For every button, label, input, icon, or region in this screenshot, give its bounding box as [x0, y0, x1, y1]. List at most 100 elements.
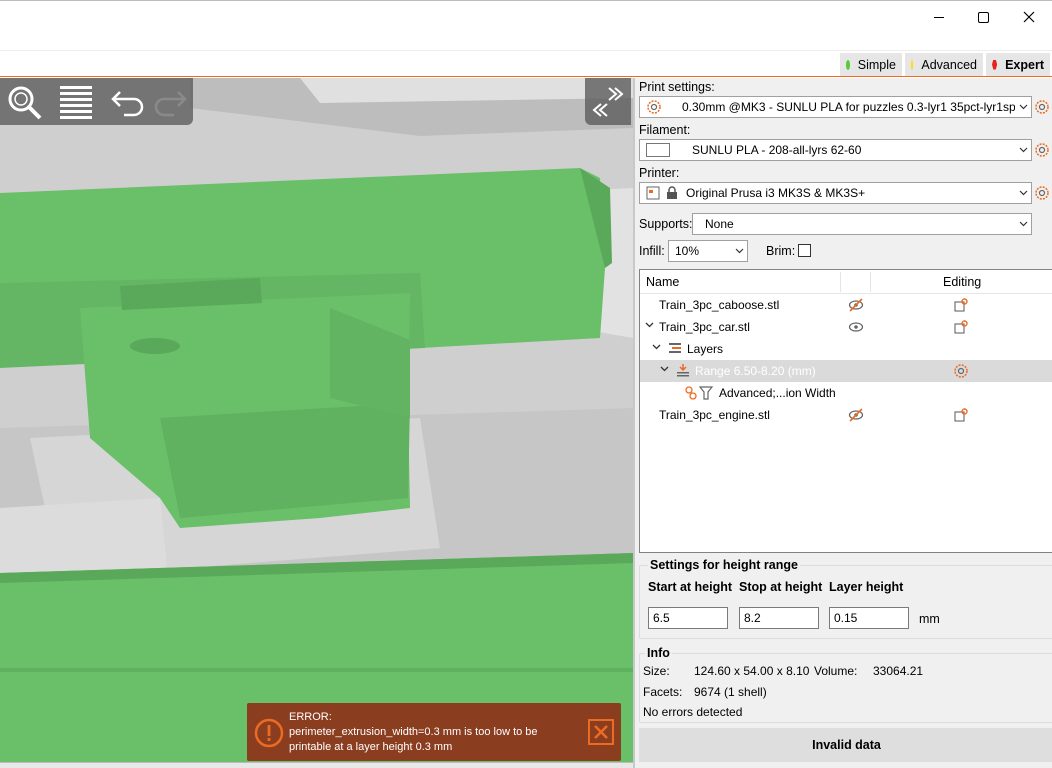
- print-settings-label: Print settings:: [639, 80, 715, 94]
- printer-value: Original Prusa i3 MK3S & MK3S+: [686, 186, 866, 200]
- brim-label: Brim:: [766, 244, 796, 258]
- maximize-icon: [977, 11, 989, 23]
- minimize-button[interactable]: [916, 1, 962, 33]
- edit-settings-icon[interactable]: [953, 297, 969, 313]
- error-close-button[interactable]: [588, 719, 614, 745]
- object-list[interactable]: Name Editing Train_3pc_caboose.stl Train…: [639, 269, 1052, 553]
- layers-icon[interactable]: [58, 84, 94, 120]
- range-settings-gear-icon[interactable]: [953, 363, 969, 379]
- stop-height-label: Stop at height: [739, 580, 823, 594]
- layer-height-input[interactable]: 0.15: [829, 607, 909, 629]
- chevron-down-icon: [1015, 221, 1031, 227]
- maximize-button[interactable]: [960, 1, 1006, 33]
- name-column-header[interactable]: Name: [646, 275, 679, 289]
- window-title-bar: [0, 0, 1052, 32]
- range-row[interactable]: Range 6.50-8.20 (mm): [640, 360, 1052, 382]
- eye-hidden-icon[interactable]: [848, 407, 864, 423]
- advanced-settings-row[interactable]: Advanced;...ion Width: [640, 382, 1052, 404]
- object-row-car[interactable]: Train_3pc_car.stl: [640, 316, 1052, 338]
- warning-icon: [254, 718, 284, 748]
- printer-edit-gear-icon[interactable]: [1034, 185, 1050, 201]
- chevron-down-icon: [1015, 190, 1031, 196]
- edit-settings-icon[interactable]: [953, 319, 969, 335]
- chevron-down-icon[interactable]: [660, 366, 669, 372]
- advanced-mode-dot-icon: [911, 59, 914, 70]
- print-settings-gear-icon: [647, 100, 661, 114]
- mode-simple-button[interactable]: Simple: [840, 53, 902, 76]
- printer-label: Printer:: [639, 166, 680, 180]
- printer-combo[interactable]: Original Prusa i3 MK3S & MK3S+: [639, 182, 1032, 204]
- print-settings-edit-gear-icon[interactable]: [1034, 99, 1050, 115]
- mode-expert-button[interactable]: Expert: [986, 53, 1050, 76]
- supports-combo[interactable]: None: [692, 213, 1032, 235]
- error-message: ERROR: perimeter_extrusion_width=0.3 mm …: [289, 710, 538, 755]
- size-label: Size:: [643, 664, 670, 678]
- eye-icon[interactable]: [848, 319, 864, 335]
- object-row-caboose[interactable]: Train_3pc_caboose.stl: [640, 294, 1052, 316]
- error-title: ERROR:: [289, 711, 332, 723]
- mode-simple-label: Simple: [857, 57, 896, 72]
- infill-label: Infill:: [639, 244, 665, 258]
- zoom-icon[interactable]: [6, 84, 42, 120]
- close-icon: [1023, 11, 1035, 23]
- layer-height-label: Layer height: [829, 580, 904, 594]
- info-title: Info: [645, 646, 672, 660]
- mode-advanced-button[interactable]: Advanced: [905, 53, 983, 76]
- error-line-2: printable at a layer height 0.3 mm: [289, 741, 453, 753]
- invalid-data-button[interactable]: Invalid data: [639, 728, 1052, 762]
- extrusion-width-icon: [685, 386, 714, 400]
- chevron-down-icon: [1015, 147, 1031, 153]
- editing-column-header[interactable]: Editing: [943, 275, 981, 289]
- collapse-sidebar-icon: [592, 87, 624, 117]
- print-settings-combo[interactable]: 0.30mm @MK3 - SUNLU PLA for puzzles 0.3-…: [639, 96, 1032, 118]
- layer-range-icon: [677, 364, 689, 377]
- lock-icon: [667, 186, 677, 199]
- filament-color-swatch: [646, 143, 670, 157]
- mode-bar: Simple Advanced Expert: [0, 50, 1052, 77]
- layers-row[interactable]: Layers: [640, 338, 1052, 360]
- supports-label: Supports:: [639, 217, 693, 231]
- chevron-down-icon: [731, 248, 747, 254]
- layers-label: Layers: [687, 342, 724, 356]
- height-range-title: Settings for height range: [648, 558, 800, 572]
- infill-combo[interactable]: 10%: [668, 240, 748, 262]
- model-scene: [0, 78, 633, 762]
- filament-value: SUNLU PLA - 208-all-lyrs 62-60: [692, 143, 862, 157]
- object-row-engine[interactable]: Train_3pc_engine.stl: [640, 404, 1052, 426]
- facets-value: 9674 (1 shell): [694, 685, 767, 699]
- settings-sidebar: Print settings: 0.30mm @MK3 - SUNLU PLA …: [633, 78, 1052, 768]
- chevron-down-icon[interactable]: [652, 344, 661, 350]
- collapse-sidebar-button[interactable]: [585, 78, 631, 125]
- object-name: Train_3pc_caboose.stl: [659, 298, 780, 312]
- supports-value: None: [705, 217, 734, 231]
- edit-settings-icon[interactable]: [953, 407, 969, 423]
- filament-combo[interactable]: SUNLU PLA - 208-all-lyrs 62-60: [639, 139, 1032, 161]
- range-label: Range 6.50-8.20 (mm): [695, 364, 816, 378]
- 3d-viewport[interactable]: [0, 78, 633, 762]
- infill-value: 10%: [675, 244, 700, 258]
- filament-edit-gear-icon[interactable]: [1034, 142, 1050, 158]
- eye-hidden-icon[interactable]: [848, 297, 864, 313]
- close-window-button[interactable]: [1006, 1, 1052, 33]
- object-name: Train_3pc_car.stl: [659, 320, 750, 334]
- chevron-down-icon[interactable]: [645, 322, 654, 328]
- start-height-input[interactable]: 6.5: [648, 607, 728, 629]
- printer-icon: [646, 186, 660, 200]
- stop-height-input[interactable]: 8.2: [739, 607, 819, 629]
- error-notification: ERROR: perimeter_extrusion_width=0.3 mm …: [247, 703, 621, 761]
- redo-icon[interactable]: [152, 84, 188, 120]
- object-name: Train_3pc_engine.stl: [659, 408, 770, 422]
- undo-icon[interactable]: [110, 84, 146, 120]
- filament-label: Filament:: [639, 123, 691, 137]
- view-toolbar: [0, 78, 193, 125]
- brim-checkbox[interactable]: [798, 244, 811, 257]
- object-list-header: Name Editing: [640, 270, 1052, 294]
- volume-label: Volume:: [814, 664, 858, 678]
- volume-value: 33064.21: [873, 664, 924, 678]
- chevron-down-icon: [1015, 104, 1031, 110]
- print-settings-value: 0.30mm @MK3 - SUNLU PLA for puzzles 0.3-…: [682, 100, 1015, 114]
- minimize-icon: [934, 16, 944, 18]
- simple-mode-dot-icon: [846, 59, 850, 70]
- errors-status: No errors detected: [643, 705, 743, 719]
- close-icon: [594, 725, 608, 739]
